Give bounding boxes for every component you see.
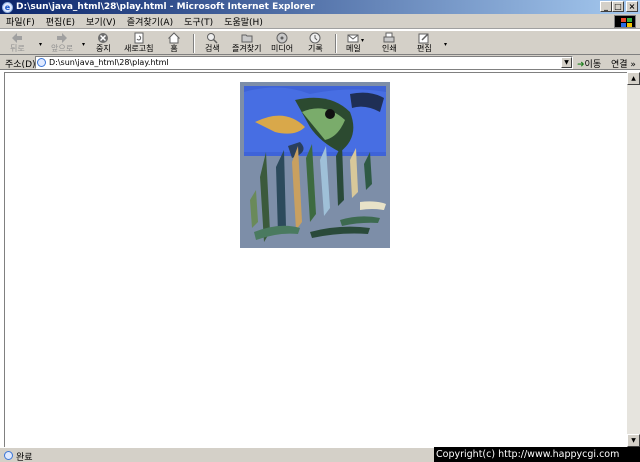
menu-bar: 파일(F) 편집(E) 보기(V) 즐겨찾기(A) 도구(T) 도움말(H)	[0, 14, 640, 29]
search-button[interactable]: 검색	[205, 32, 220, 55]
forward-button[interactable]: 앞으로	[51, 32, 73, 55]
address-label: 주소(D)	[5, 60, 36, 70]
status-text: 완료	[16, 453, 33, 462]
go-arrow-icon: ➜	[577, 60, 585, 70]
back-label: 뒤로	[10, 44, 25, 53]
mail-icon	[347, 34, 359, 43]
close-button[interactable]: ×	[626, 1, 638, 12]
page-status-icon	[4, 451, 13, 460]
play-image-graphic	[240, 82, 390, 248]
search-label: 검색	[205, 44, 220, 53]
windows-logo-icon	[614, 15, 636, 28]
history-icon	[309, 32, 321, 44]
go-label: 이동	[584, 60, 602, 70]
edit-dropdown-icon[interactable]: ▾	[444, 41, 447, 48]
edit-icon	[418, 33, 429, 44]
scroll-up-icon[interactable]: ▲	[627, 72, 640, 85]
title-bar: e D:\sun\java_html\28\play.html - Micros…	[0, 0, 640, 14]
history-button[interactable]: 기록	[308, 32, 323, 55]
toolbar-separator	[193, 34, 195, 53]
play-image	[240, 82, 390, 248]
menu-tools[interactable]: 도구(T)	[184, 15, 213, 28]
history-label: 기록	[308, 44, 323, 53]
menu-file[interactable]: 파일(F)	[6, 15, 35, 28]
forward-label: 앞으로	[51, 44, 74, 53]
vertical-scrollbar[interactable]: ▲ ▼	[627, 72, 640, 447]
search-icon	[207, 33, 218, 44]
copyright-banner: Copyright(c) http://www.happycgi.com	[434, 447, 640, 462]
ie-icon: e	[2, 1, 13, 13]
address-value: D:\sun\java_html\28\play.html	[49, 58, 169, 67]
back-arrow-icon	[12, 33, 23, 43]
address-dropdown-icon[interactable]: ▼	[561, 57, 572, 68]
media-icon	[276, 32, 288, 44]
menu-favorites[interactable]: 즐겨찾기(A)	[127, 15, 173, 28]
mail-button[interactable]: 메일	[346, 32, 361, 55]
toolbar-separator	[335, 34, 337, 53]
address-input[interactable]: D:\sun\java_html\28\play.html ▼	[35, 56, 573, 69]
back-button[interactable]: 뒤로	[10, 32, 25, 55]
forward-dropdown-icon[interactable]: ▾	[82, 41, 85, 48]
back-dropdown-icon[interactable]: ▾	[39, 41, 42, 48]
edit-button[interactable]: 편집	[417, 32, 432, 55]
print-icon	[383, 32, 395, 43]
home-icon	[168, 32, 180, 44]
scroll-down-icon[interactable]: ▼	[627, 434, 640, 447]
favorites-folder-icon	[241, 34, 253, 43]
address-bar: 주소(D) D:\sun\java_html\28\play.html ▼ ➜이…	[0, 55, 640, 70]
refresh-icon	[134, 32, 144, 44]
print-label: 인쇄	[382, 44, 397, 53]
links-button[interactable]: 연결 »	[611, 57, 636, 70]
window-controls: _ □ ×	[600, 1, 638, 12]
favorites-label: 즐겨찾기	[232, 44, 262, 53]
refresh-label: 새로고침	[124, 44, 154, 53]
mail-label: 메일	[346, 44, 361, 53]
mail-dropdown-icon[interactable]: ▾	[361, 37, 364, 44]
media-button[interactable]: 미디어	[271, 32, 293, 55]
toolbar: 뒤로 ▾ 앞으로 ▾ 중지 새로고침 홈 검색 즐겨찾기 미디어 기록 메일 ▾	[0, 30, 640, 55]
home-button[interactable]: 홈	[168, 32, 180, 55]
menu-edit[interactable]: 편집(E)	[46, 15, 75, 28]
minimize-button[interactable]: _	[600, 1, 612, 12]
media-label: 미디어	[271, 44, 294, 53]
page-icon	[37, 58, 46, 67]
edit-label: 편집	[417, 44, 432, 53]
favorites-button[interactable]: 즐겨찾기	[232, 32, 261, 55]
forward-arrow-icon	[57, 33, 68, 43]
print-button[interactable]: 인쇄	[382, 32, 397, 55]
menu-help[interactable]: 도움말(H)	[224, 15, 263, 28]
maximize-button[interactable]: □	[612, 1, 624, 12]
refresh-button[interactable]: 새로고침	[124, 32, 153, 55]
stop-icon	[98, 33, 109, 43]
menu-view[interactable]: 보기(V)	[86, 15, 116, 28]
stop-label: 중지	[96, 44, 111, 53]
stop-button[interactable]: 중지	[96, 32, 111, 55]
go-button[interactable]: ➜이동	[577, 57, 601, 70]
window-title: D:\sun\java_html\28\play.html - Microsof…	[16, 2, 315, 12]
home-label: 홈	[170, 44, 178, 53]
